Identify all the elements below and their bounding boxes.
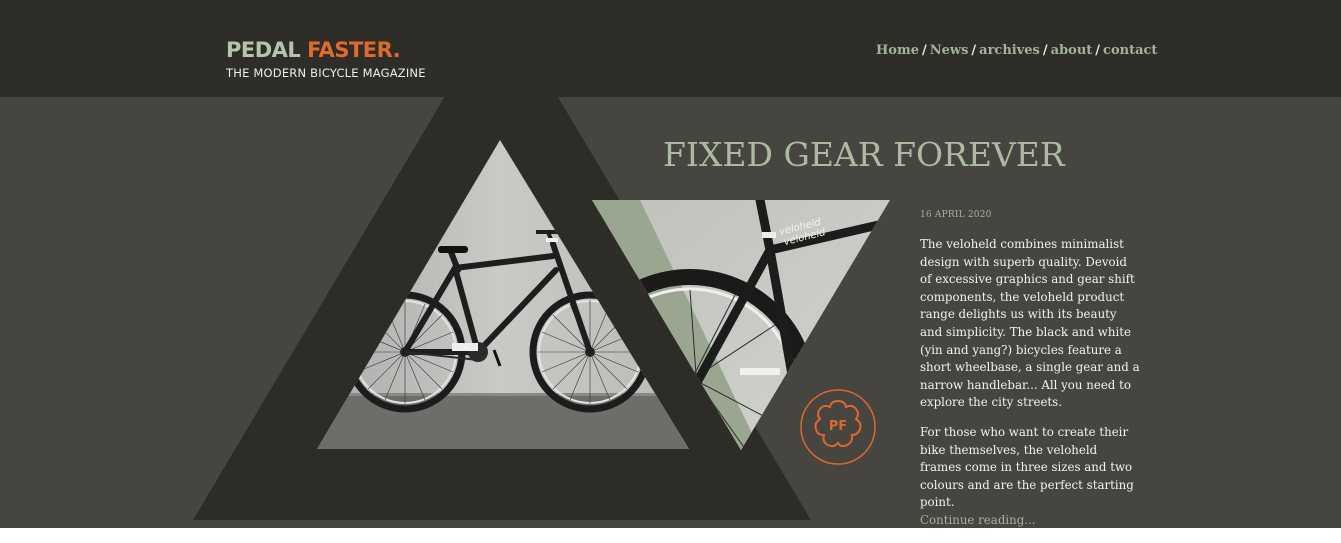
article-paragraph: For those who want to create their bike … bbox=[920, 424, 1134, 510]
page: PEDAL FASTER. THE MODERN BICYCLE MAGAZIN… bbox=[0, 0, 1341, 528]
article-body: The veloheld combines minimalist design … bbox=[920, 236, 1142, 528]
article-date: 16 APRIL 2020 bbox=[920, 210, 992, 220]
article-title[interactable]: FIXED GEAR FOREVER bbox=[663, 135, 1065, 174]
badge-text: PF bbox=[829, 419, 847, 434]
article-paragraph: The veloheld combines minimalist design … bbox=[920, 237, 1140, 410]
continue-reading-link[interactable]: Continue reading... bbox=[920, 512, 1142, 528]
flower-badge-icon[interactable]: PF bbox=[798, 387, 878, 467]
